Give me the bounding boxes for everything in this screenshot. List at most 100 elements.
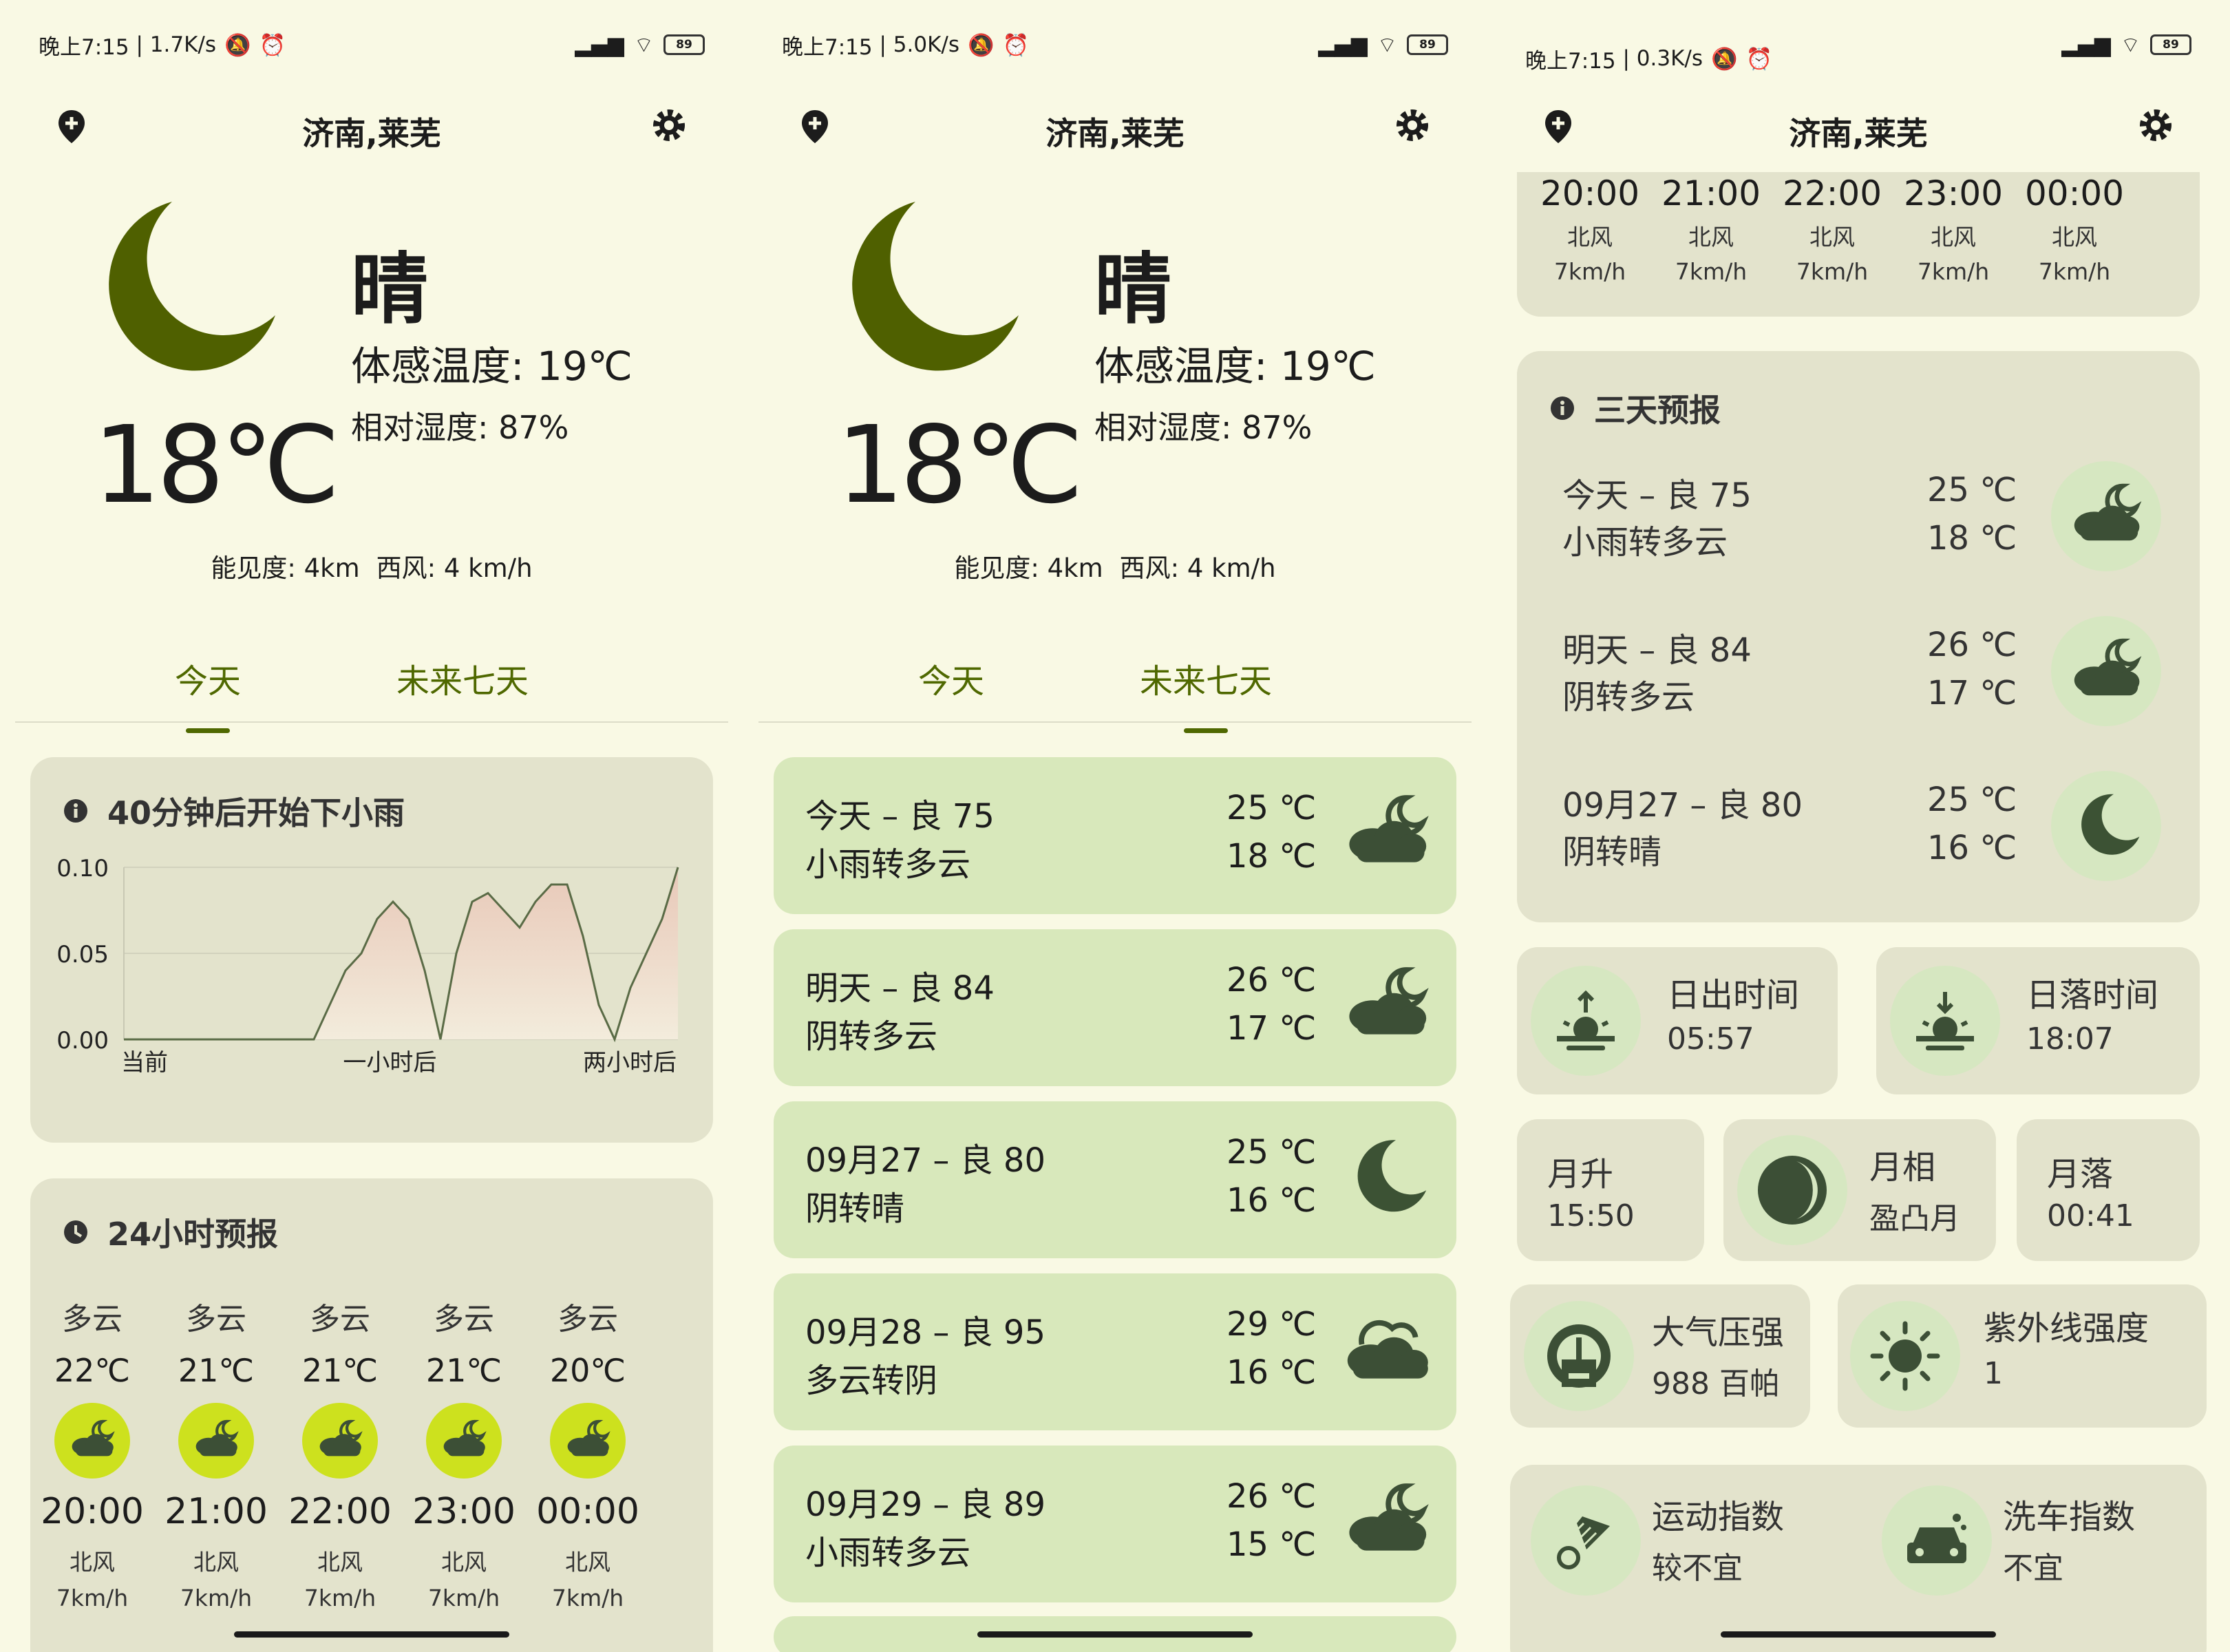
daily-desc: 小雨转多云 <box>805 1534 971 1572</box>
hourly-wind-speed: 7km/h <box>427 1585 500 1611</box>
signal-icon: ▂▄▆ <box>1318 32 1368 57</box>
settings-gear-icon[interactable] <box>1393 106 1432 145</box>
settings-gear-icon[interactable] <box>650 106 688 145</box>
daily-title: 今天 – 良 75 <box>1562 476 1752 515</box>
wind: 西风: 4 km/h <box>1119 553 1276 583</box>
tab-seven-days[interactable]: 未来七天 <box>1103 654 1309 733</box>
daily-low: 18 ℃ <box>1226 837 1317 876</box>
three-day-item[interactable]: 今天 – 良 75 小雨转多云 25 ℃ 18 ℃ <box>1517 461 2200 606</box>
hourly-hour: 22:00 <box>1782 173 1882 213</box>
info-icon <box>64 799 87 823</box>
pressure-card: 大气压强 988 百帕 <box>1510 1284 1810 1428</box>
daily-item[interactable]: 09月27 – 良 80 阴转晴 25 ℃ 16 ℃ <box>774 1101 1456 1258</box>
car-wash-icon <box>1882 1485 1992 1596</box>
tab-bar: 今天 未来七天 <box>758 640 1472 733</box>
hourly-wind-speed: 7km/h <box>304 1585 376 1611</box>
wind: 西风: 4 km/h <box>376 553 533 583</box>
hourly-wind-dir: 北风 <box>441 1549 487 1576</box>
tab-today[interactable]: 今天 <box>848 654 1054 702</box>
settings-gear-icon[interactable] <box>2136 106 2175 145</box>
hourly-temp: 21℃ <box>425 1352 502 1389</box>
alarm-icon: ⏰ <box>1002 32 1030 58</box>
daily-item[interactable]: 今天 – 良 75 小雨转多云 25 ℃ 18 ℃ <box>774 757 1456 914</box>
y-tick-label: 0.05 <box>56 941 109 968</box>
hourly-hour: 20:00 <box>1540 173 1640 213</box>
cloudy-night-icon <box>178 1403 254 1479</box>
hourly-desc: 多云 <box>310 1302 370 1337</box>
sunset-card: 日落时间 18:07 <box>1876 947 2200 1094</box>
hourly-desc: 多云 <box>186 1302 246 1337</box>
cloudy-night-icon <box>302 1403 378 1479</box>
battery-icon: 89 <box>663 34 705 55</box>
hourly-wind: 北风 7km/h <box>1529 220 1650 289</box>
battery-icon: 89 <box>2150 34 2191 55</box>
hourly-wind: 北风 7km/h <box>2014 220 2135 289</box>
hourly-wind-dir: 北风 <box>565 1549 610 1576</box>
hourly-hour: 20:00 <box>41 1491 144 1532</box>
wifi-icon: ⌔ <box>2120 32 2141 58</box>
gesture-bar[interactable] <box>977 1631 1253 1638</box>
hourly-list: 20:00 北风 7km/h 21:00 北风 7km/h 22:00 北风 7km/h 23:0… <box>1529 173 2200 289</box>
daily-low: 17 ℃ <box>1226 1009 1317 1048</box>
status-time: 晚上7:15 <box>39 34 129 60</box>
three-day-card: 三天预报 今天 – 良 75 小雨转多云 25 ℃ 18 ℃ 明天 – 良 84 阴转多云… <box>1517 351 2200 922</box>
tab-today[interactable]: 今天 <box>105 654 311 733</box>
daily-desc: 小雨转多云 <box>805 845 971 884</box>
carwash-label: 洗车指数 <box>2003 1498 2136 1536</box>
daily-item[interactable]: 09月28 – 良 95 多云转阴 29 ℃ 16 ℃ <box>774 1273 1456 1430</box>
carwash-value: 不宜 <box>2003 1551 2063 1586</box>
hourly-item: 多云 21℃ 21:00 北风 7km/h <box>154 1294 278 1616</box>
info-icon <box>1551 396 1574 420</box>
screen-details: 20:00 北风 7km/h 21:00 北风 7km/h 22:00 北风 7km/h 23:0… <box>1487 0 2230 1652</box>
daily-title: 09月29 – 良 89 <box>805 1485 1046 1524</box>
gesture-bar[interactable] <box>234 1631 509 1638</box>
cloudy-night-icon <box>2051 461 2161 571</box>
hourly-wind-speed: 7km/h <box>56 1585 129 1611</box>
moon-weather-icon <box>852 202 1019 371</box>
current-temp: 18℃ <box>836 403 1083 527</box>
daily-title: 今天 – 良 75 <box>805 797 995 836</box>
daily-low: 17 ℃ <box>1927 674 2017 712</box>
cloudy-night-icon <box>54 1403 130 1479</box>
cloudy-night-icon <box>1342 1477 1432 1569</box>
cloudy-night-icon <box>1342 961 1432 1053</box>
sunrise-icon <box>1531 966 1641 1076</box>
three-day-item[interactable]: 明天 – 良 84 阴转多云 26 ℃ 17 ℃ <box>1517 616 2200 761</box>
hourly-wind: 北风 7km/h <box>1650 220 1772 289</box>
daily-item[interactable]: 明天 – 良 84 阴转多云 26 ℃ 17 ℃ <box>774 929 1456 1086</box>
hourly-card: 24小时预报 多云 22℃ 20:00 北风 7km/h 多云 21℃ 21:00 北风 7km/… <box>30 1178 713 1652</box>
three-day-title: 三天预报 <box>1594 392 1721 429</box>
moonset-card: 月落 00:41 <box>2017 1119 2200 1261</box>
status-net: 5.0K/s <box>893 32 960 57</box>
uv-label: 紫外线强度 <box>1984 1309 2149 1348</box>
pressure-value: 988 百帕 <box>1652 1366 1780 1401</box>
daily-item[interactable]: 09月29 – 良 89 小雨转多云 26 ℃ 15 ℃ <box>774 1446 1456 1602</box>
cloudy-night-icon <box>2051 616 2161 726</box>
hourly-temp: 21℃ <box>301 1352 379 1389</box>
hourly-item: 多云 20℃ 00:00 北风 7km/h <box>526 1294 650 1616</box>
status-bar: 晚上7:15 | 1.7K/s 🔕 ⏰ ▂▄▆ ⌔ 89 <box>39 28 705 62</box>
moonset-label: 月落 <box>2047 1155 2114 1194</box>
hourly-item: 00:00 北风 7km/h <box>2014 173 2135 289</box>
rain-title: 40分钟后开始下小雨 <box>107 794 405 832</box>
hourly-wind: 北风 7km/h <box>30 1545 154 1616</box>
tab-seven-days[interactable]: 未来七天 <box>359 654 566 702</box>
daily-high: 26 ℃ <box>1226 961 1317 999</box>
daily-high: 25 ℃ <box>1226 789 1317 827</box>
gesture-bar[interactable] <box>1721 1631 1996 1638</box>
moon-phase-icon <box>1737 1135 1847 1245</box>
hourly-hour: 00:00 <box>536 1491 639 1532</box>
hourly-hour: 23:00 <box>1903 173 2004 213</box>
status-bar: 晚上7:15 | 0.3K/s 🔕 ⏰ ▂▄▆ ⌔ 89 <box>1487 0 2230 89</box>
daily-low: 18 ℃ <box>1927 519 2017 558</box>
status-bar: 晚上7:15 | 5.0K/s 🔕 ⏰ ▂▄▆ ⌔ 89 <box>782 28 1448 62</box>
city-title: 济南,莱芜 <box>302 115 441 152</box>
moonset-time: 00:41 <box>2047 1198 2134 1233</box>
x-tick-label: 一小时后 <box>343 1049 436 1077</box>
three-day-item[interactable]: 09月27 – 良 80 阴转晴 25 ℃ 16 ℃ <box>1517 771 2200 915</box>
cloudy-night-icon <box>550 1403 626 1479</box>
hourly-desc: 多云 <box>62 1302 123 1337</box>
daily-title: 09月27 – 良 80 <box>1562 786 1803 825</box>
hourly-item: 22:00 北风 7km/h <box>1772 173 1893 289</box>
hourly-hour: 00:00 <box>2024 173 2125 213</box>
